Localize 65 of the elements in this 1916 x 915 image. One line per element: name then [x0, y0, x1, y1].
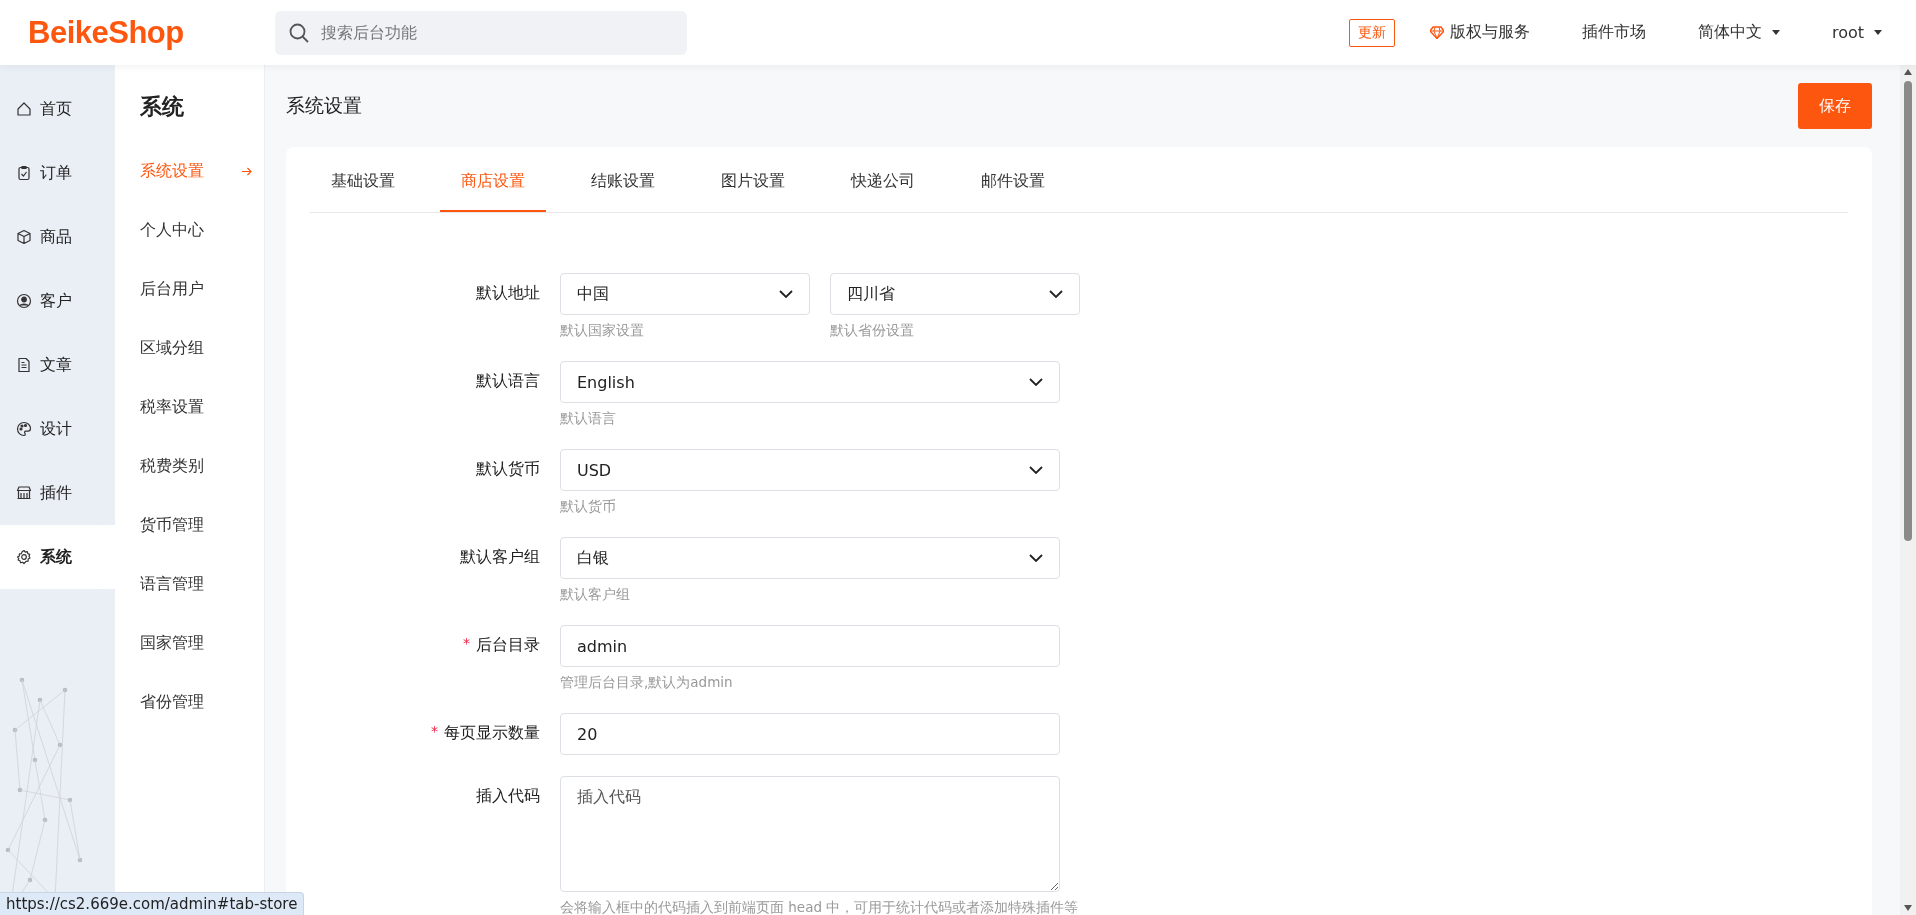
field-hint: 默认国家设置: [560, 322, 645, 340]
arrow-right-icon: [242, 167, 252, 176]
submenu-item[interactable]: 国家管理: [140, 614, 264, 673]
select-field[interactable]: 四川省: [830, 273, 1080, 315]
header-link[interactable]: 版权与服务: [1449, 22, 1530, 43]
select-field[interactable]: 中国: [560, 273, 810, 315]
nav-item[interactable]: 系统: [0, 525, 115, 589]
field-label: 默认语言: [476, 371, 540, 392]
submenu-item[interactable]: 个人中心: [140, 201, 264, 260]
header-link[interactable]: 简体中文: [1697, 22, 1762, 43]
input-field[interactable]: admin: [560, 625, 1060, 667]
settings-tab[interactable]: 图片设置: [700, 147, 806, 212]
chevron-down-icon: [1049, 290, 1063, 298]
submenu-item[interactable]: 税费类别: [140, 437, 264, 496]
settings-tab[interactable]: 邮件设置: [960, 147, 1066, 212]
chevron-down-icon: [779, 290, 793, 298]
status-url: https://cs2.669e.com/admin#tab-store: [0, 892, 305, 915]
submenu-item[interactable]: 货币管理: [140, 496, 264, 555]
settings-tab[interactable]: 结账设置: [570, 147, 676, 212]
submenu-item[interactable]: 省份管理: [140, 673, 264, 732]
home-icon: [16, 101, 32, 117]
required-mark: *: [463, 635, 470, 651]
search-icon: [289, 22, 309, 43]
submenu-item[interactable]: 后台用户: [140, 260, 264, 319]
settings-icon: [16, 549, 32, 565]
field-hint: 默认货币: [560, 498, 617, 516]
page-title: 系统设置: [286, 93, 362, 118]
field-hint: 管理后台目录,默认为admin: [560, 674, 734, 692]
field-hint: 会将输入框中的代码插入到前端页面 head 中，可用于统计代码或者添加特殊插件等: [560, 899, 1079, 915]
select-field[interactable]: English: [560, 361, 1060, 403]
field-label: 默认地址: [476, 283, 540, 304]
customer-icon: [16, 293, 32, 309]
caret-icon: [1771, 30, 1780, 35]
article-icon: [16, 357, 32, 373]
order-icon: [16, 165, 32, 181]
search-field[interactable]: 搜索后台功能: [275, 10, 687, 55]
settings-tab[interactable]: 快递公司: [830, 147, 936, 212]
submenu-item[interactable]: 税率设置: [140, 378, 264, 437]
chevron-down-icon: [1029, 466, 1043, 474]
design-icon: [16, 421, 32, 437]
field-hint: 默认省份设置: [830, 322, 915, 340]
chevron-down-icon: [1029, 378, 1043, 386]
required-mark: *: [431, 723, 438, 739]
header-link[interactable]: 插件市场: [1581, 22, 1646, 43]
caret-icon: [1874, 30, 1882, 35]
diamond-icon: [1429, 26, 1444, 39]
field-label: 插入代码: [476, 786, 540, 807]
submenu-title: 系统: [140, 93, 185, 121]
plugin-icon: [16, 485, 32, 501]
field-label: 默认货币: [476, 459, 540, 480]
product-icon: [16, 229, 32, 245]
select-field[interactable]: USD: [560, 449, 1060, 491]
field-label: 默认客户组: [460, 547, 540, 568]
field-label: 每页显示数量: [444, 723, 540, 744]
select-field[interactable]: 白银: [560, 537, 1060, 579]
submenu-item[interactable]: 语言管理: [140, 555, 264, 614]
field-label: 后台目录: [476, 635, 540, 656]
field-hint: 默认客户组: [560, 586, 631, 604]
field-hint: 默认语言: [560, 410, 617, 428]
input-field[interactable]: 20: [560, 713, 1060, 755]
submenu-item[interactable]: 区域分组: [140, 319, 264, 378]
chevron-down-icon: [1029, 554, 1043, 562]
header-link[interactable]: root: [1831, 23, 1864, 42]
textarea-field[interactable]: 插入代码: [560, 776, 1060, 892]
settings-tab[interactable]: 基础设置: [310, 147, 416, 212]
